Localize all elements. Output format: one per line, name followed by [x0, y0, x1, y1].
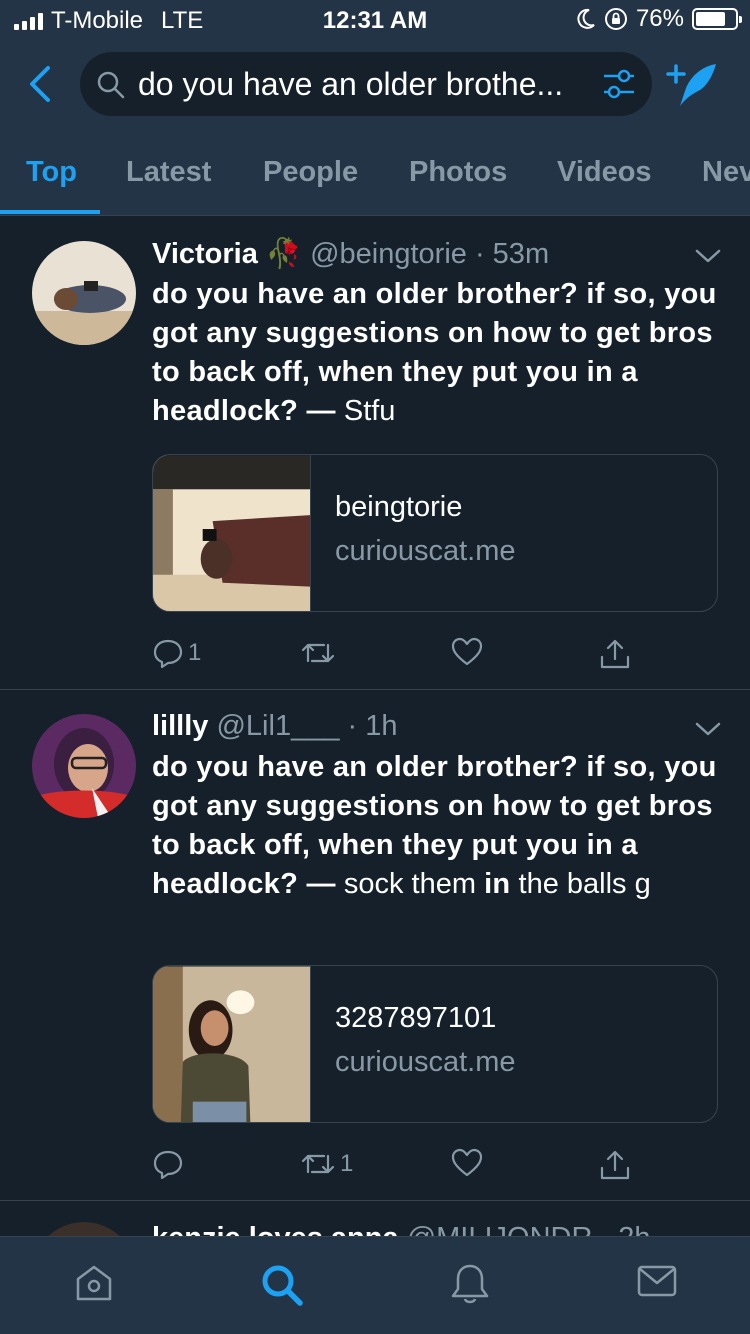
- bottom-tab-bar: [0, 1236, 750, 1334]
- avatar[interactable]: [32, 1222, 136, 1236]
- like-button[interactable]: [451, 637, 483, 667]
- card-title: beingtorie: [335, 491, 463, 523]
- chevron-down-icon[interactable]: [694, 247, 722, 265]
- heart-icon: [451, 1148, 483, 1177]
- retweet-button[interactable]: 1: [300, 1148, 353, 1180]
- share-icon: [600, 639, 630, 669]
- mail-icon[interactable]: [636, 1261, 678, 1301]
- tab-latest[interactable]: Latest: [126, 156, 211, 189]
- reply-icon: [153, 639, 183, 669]
- compose-icon[interactable]: [666, 60, 722, 108]
- avatar[interactable]: [32, 241, 136, 345]
- search-input[interactable]: do you have an older brothe...: [80, 52, 652, 116]
- link-card[interactable]: 3287897101 curiouscat.me: [152, 965, 718, 1123]
- timestamp: · 53m: [474, 238, 550, 270]
- card-domain: curiouscat.me: [335, 535, 516, 567]
- share-button[interactable]: [598, 1148, 632, 1182]
- tweet-actions: 1: [0, 637, 750, 677]
- card-thumbnail: [153, 966, 311, 1122]
- reply-button[interactable]: [152, 1148, 188, 1180]
- display-name[interactable]: kenzie loves anna: [152, 1222, 399, 1236]
- chevron-down-icon[interactable]: [694, 720, 722, 738]
- bell-icon[interactable]: [448, 1261, 492, 1307]
- tweet-header: lillly @Lil1___ · 1h: [152, 710, 398, 743]
- tweet-text-plain: Stfu: [335, 395, 396, 427]
- tab-people[interactable]: People: [263, 156, 358, 189]
- card-domain: curiouscat.me: [335, 1046, 516, 1078]
- tweet-peek[interactable]: kenzie loves anna @MILIJONDR · 2h: [0, 1222, 750, 1236]
- handle[interactable]: @Lil1___: [216, 710, 339, 742]
- search-icon: [97, 71, 125, 99]
- retweet-icon: [301, 643, 335, 663]
- timestamp: · 2h: [600, 1222, 650, 1236]
- home-icon[interactable]: [72, 1261, 116, 1305]
- tweet-header: kenzie loves anna @MILIJONDR · 2h: [152, 1222, 650, 1236]
- tweet-text-bold-2: in: [484, 868, 511, 900]
- tweet-actions: 1: [0, 1148, 750, 1188]
- tweet-text-plain-2: the balls g: [510, 868, 651, 900]
- reply-icon: [153, 1150, 183, 1180]
- retweet-icon: [301, 1154, 335, 1174]
- search-query[interactable]: do you have an older brothe...: [138, 66, 588, 103]
- status-bar: T-Mobile LTE 12:31 AM 76%: [0, 0, 750, 40]
- handle[interactable]: @beingtorie: [310, 238, 467, 270]
- heart-icon: [451, 637, 483, 666]
- rotation-lock-icon: [604, 8, 627, 30]
- tweet[interactable]: lillly @Lil1___ · 1h do you have an olde…: [0, 690, 750, 1201]
- retweet-button[interactable]: [300, 637, 340, 669]
- timestamp: · 1h: [347, 710, 398, 742]
- link-card[interactable]: beingtorie curiouscat.me: [152, 454, 718, 612]
- handle[interactable]: @MILIJONDR: [407, 1222, 593, 1236]
- tab-photos[interactable]: Photos: [409, 156, 507, 189]
- tweet-header: Victoria 🥀 @beingtorie · 53m: [152, 237, 549, 271]
- tweet-text-bold: do you have an older brother? if so, you…: [152, 278, 717, 427]
- rose-emoji: 🥀: [265, 238, 303, 270]
- share-button[interactable]: [598, 637, 632, 671]
- tweet-text-plain: sock them: [335, 868, 485, 900]
- search-icon[interactable]: [258, 1261, 306, 1309]
- tab-news[interactable]: Nev: [702, 156, 750, 189]
- battery-fill: [696, 12, 725, 26]
- avatar-photo: [32, 714, 136, 818]
- status-right: 76%: [576, 5, 742, 33]
- share-icon: [600, 1150, 630, 1180]
- tab-videos[interactable]: Videos: [557, 156, 652, 189]
- avatar[interactable]: [32, 714, 136, 818]
- retweet-count: 1: [340, 1150, 354, 1177]
- tab-top[interactable]: Top: [26, 156, 77, 189]
- reply-button[interactable]: 1: [152, 637, 201, 669]
- moon-icon: [577, 8, 595, 29]
- battery-icon: [692, 8, 742, 30]
- like-button[interactable]: [451, 1148, 483, 1178]
- card-thumbnail: [153, 455, 311, 611]
- filter-icon[interactable]: [602, 68, 636, 100]
- display-name[interactable]: Victoria: [152, 238, 258, 270]
- tweet-text: do you have an older brother? if so, you…: [152, 748, 722, 904]
- search-tabs: Top Latest People Photos Videos Nev: [0, 148, 750, 216]
- reply-count: 1: [188, 639, 202, 666]
- card-title: 3287897101: [335, 1002, 497, 1034]
- search-nav-row: do you have an older brothe...: [0, 52, 750, 116]
- tweet[interactable]: Victoria 🥀 @beingtorie · 53m do you have…: [0, 217, 750, 690]
- chevron-left-icon[interactable]: [22, 62, 62, 106]
- avatar-photo: [32, 241, 136, 345]
- display-name[interactable]: lillly: [152, 710, 208, 742]
- battery-percent: 76%: [635, 5, 684, 32]
- tweet-text: do you have an older brother? if so, you…: [152, 275, 722, 431]
- top-header: T-Mobile LTE 12:31 AM 76% do you have an…: [0, 0, 750, 216]
- active-tab-indicator: [0, 210, 100, 214]
